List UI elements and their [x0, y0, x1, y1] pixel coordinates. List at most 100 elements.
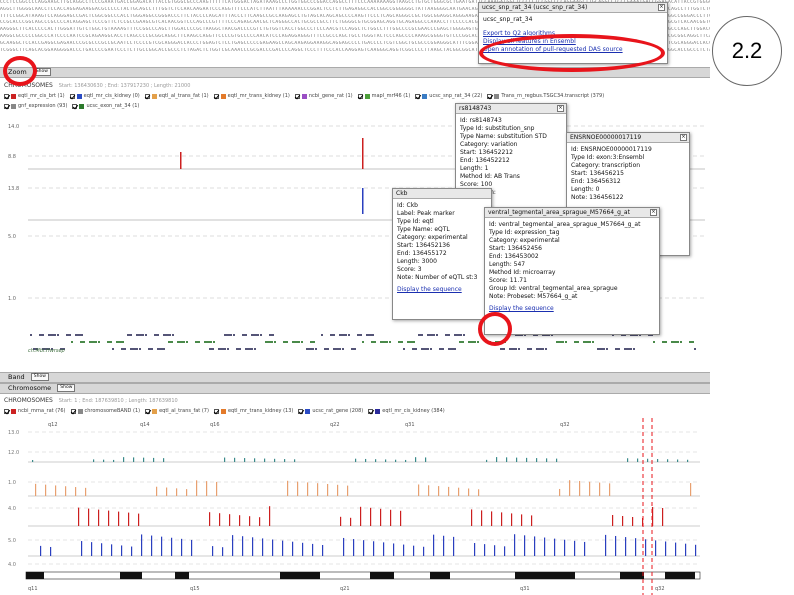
feature-bar[interactable]	[496, 457, 498, 462]
gene-feature[interactable]	[186, 341, 188, 343]
feature-bar[interactable]	[91, 542, 93, 556]
gene-feature[interactable]	[448, 348, 456, 350]
gene-feature[interactable]	[624, 348, 632, 350]
feature-bar[interactable]	[657, 459, 659, 462]
feature-bar[interactable]	[123, 457, 125, 462]
feature-bar[interactable]	[675, 542, 677, 556]
gene-feature[interactable]	[57, 334, 59, 336]
feature-bar[interactable]	[254, 458, 256, 462]
feature-bar[interactable]	[556, 458, 558, 462]
feature-bar[interactable]	[133, 457, 135, 462]
feature-bar[interactable]	[363, 540, 365, 556]
gene-feature[interactable]	[30, 334, 32, 336]
feature-bar[interactable]	[403, 544, 405, 556]
feature-bar[interactable]	[302, 542, 304, 556]
gene-feature[interactable]	[427, 334, 435, 336]
feature-bar[interactable]	[632, 517, 634, 526]
gene-feature[interactable]	[80, 341, 85, 343]
feature-bar[interactable]	[418, 484, 420, 496]
feature-bar[interactable]	[458, 487, 460, 496]
gene-feature[interactable]	[407, 341, 415, 343]
gene-feature[interactable]	[633, 348, 635, 350]
checkbox-icon[interactable]	[368, 408, 374, 414]
close-icon[interactable]: ×	[658, 4, 665, 11]
feature-bar[interactable]	[118, 511, 120, 526]
band-show-toggle[interactable]: Show	[30, 373, 49, 381]
feature-bar[interactable]	[340, 516, 342, 526]
feature-bar[interactable]	[269, 506, 271, 526]
gene-feature[interactable]	[662, 341, 667, 343]
gene-feature[interactable]	[177, 341, 185, 343]
gene-feature[interactable]	[139, 348, 141, 350]
feature-bar[interactable]	[312, 543, 314, 556]
feature-bar[interactable]	[569, 480, 571, 496]
gene-feature[interactable]	[436, 334, 438, 336]
gene-feature[interactable]	[459, 341, 464, 343]
feature-bar[interactable]	[292, 541, 294, 556]
chromosome-panel-header[interactable]: Chromosome Show	[0, 383, 710, 394]
feature-bar[interactable]	[98, 509, 100, 526]
feature-bar[interactable]	[695, 544, 697, 556]
feature-bar[interactable]	[484, 544, 486, 556]
gene-feature[interactable]	[545, 348, 547, 350]
gene-feature[interactable]	[333, 348, 341, 350]
feature-bar[interactable]	[438, 486, 440, 496]
gene-feature[interactable]	[195, 341, 200, 343]
gene-feature[interactable]	[145, 334, 147, 336]
feature-bar[interactable]	[516, 457, 518, 462]
gene-feature[interactable]	[242, 334, 247, 336]
feature-bar[interactable]	[400, 510, 402, 526]
feature-bar[interactable]	[163, 458, 165, 462]
feature-bar[interactable]	[186, 489, 188, 496]
feature-bar[interactable]	[405, 459, 407, 462]
feature-bar[interactable]	[443, 535, 445, 556]
gene-feature[interactable]	[412, 348, 417, 350]
feature-bar[interactable]	[259, 517, 261, 526]
feature-bar[interactable]	[75, 487, 77, 496]
ventral-tegmental-popup[interactable]: ventral_tegmental_area_sprague_M57664_g_…	[484, 207, 660, 335]
feature-bar[interactable]	[121, 545, 123, 556]
feature-bar[interactable]	[294, 459, 296, 462]
feature-bar[interactable]	[239, 515, 241, 526]
feature-bar[interactable]	[615, 535, 617, 556]
feature-bar[interactable]	[355, 458, 357, 462]
feature-bar[interactable]	[622, 516, 624, 526]
checkbox-icon[interactable]	[294, 93, 300, 99]
feature-bar[interactable]	[242, 536, 244, 556]
feature-bar[interactable]	[627, 458, 629, 462]
feature-bar[interactable]	[234, 457, 236, 462]
feature-bar[interactable]	[32, 460, 34, 462]
feature-bar[interactable]	[574, 540, 576, 556]
feature-bar[interactable]	[81, 541, 83, 556]
feature-bar[interactable]	[413, 545, 415, 556]
checkbox-icon[interactable]	[4, 408, 9, 414]
feature-bar[interactable]	[166, 487, 168, 496]
feature-bar[interactable]	[229, 514, 231, 526]
gene-feature[interactable]	[366, 334, 374, 336]
gene-feature[interactable]	[556, 341, 564, 343]
feature-bar[interactable]	[362, 138, 364, 169]
feature-bar[interactable]	[219, 513, 221, 526]
gene-feature[interactable]	[283, 341, 288, 343]
legend-item[interactable]: ncbi_mrna_rat (76)	[4, 408, 66, 414]
feature-bar[interactable]	[35, 483, 37, 496]
feature-bar[interactable]	[93, 459, 95, 462]
gene-feature[interactable]	[339, 334, 347, 336]
close-icon[interactable]: ×	[680, 134, 687, 141]
chromosome-band[interactable]	[620, 572, 644, 579]
gene-feature[interactable]	[518, 348, 520, 350]
chromosome-band[interactable]	[26, 572, 44, 579]
feature-bar[interactable]	[564, 539, 566, 556]
gene-feature[interactable]	[371, 341, 376, 343]
gene-feature[interactable]	[172, 334, 174, 336]
feature-bar[interactable]	[337, 484, 339, 496]
feature-bar[interactable]	[209, 512, 211, 526]
display-sequence-link[interactable]: Display the sequence	[489, 305, 655, 313]
feature-bar[interactable]	[113, 459, 115, 462]
feature-bar[interactable]	[50, 546, 52, 556]
display-sequence-link[interactable]: Display the sequence	[397, 286, 487, 294]
legend-item[interactable]: Trans_rn_regbus.TSGC34.transcript (379)	[487, 93, 604, 99]
feature-bar[interactable]	[111, 544, 113, 556]
feature-bar[interactable]	[143, 457, 145, 462]
gene-feature[interactable]	[227, 348, 229, 350]
